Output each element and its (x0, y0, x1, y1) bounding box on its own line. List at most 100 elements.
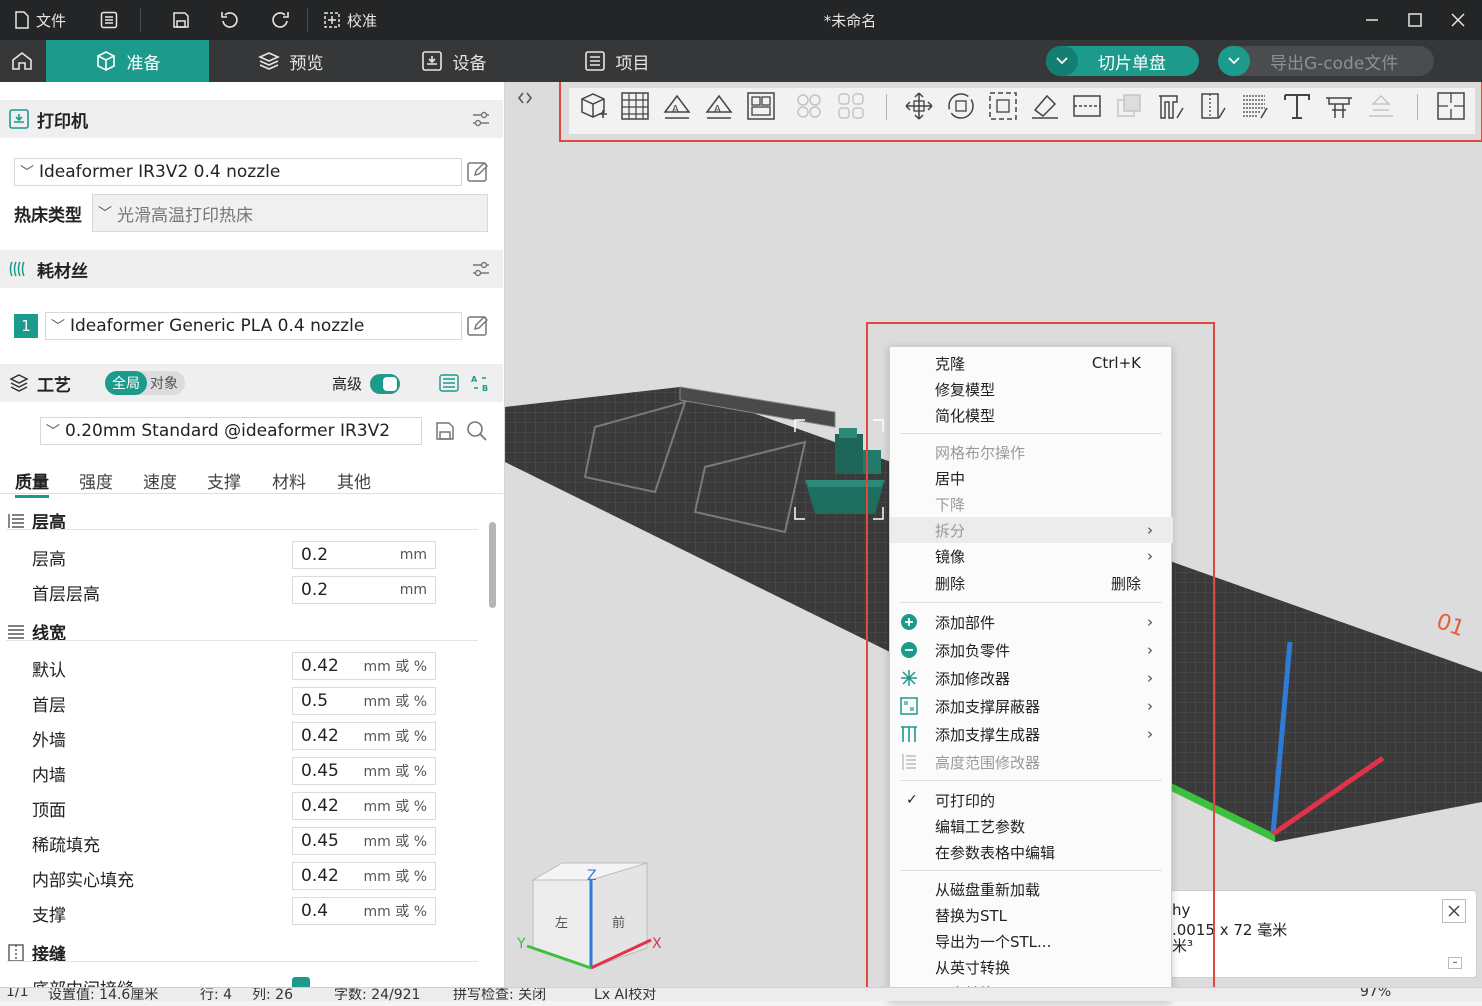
printer-preset-select[interactable]: ﹀ Ideaformer IR3V2 0.4 nozzle (14, 158, 462, 186)
move-icon[interactable] (903, 90, 935, 122)
tab-strength[interactable]: 强度 (79, 468, 113, 493)
first-layer-width-input[interactable]: 0.5 mm 或 % (292, 687, 436, 715)
menu-mesh-boolean[interactable]: 网格布尔操作 (890, 439, 1173, 465)
view-cube-front-face[interactable]: 前 (612, 912, 625, 931)
outer-wall-width-input[interactable]: 0.42 mm 或 % (292, 722, 436, 750)
calibrate-button[interactable]: 校准 (323, 0, 377, 40)
view-cube-left-face[interactable]: 左 (555, 912, 568, 931)
seam-checkbox[interactable] (292, 977, 310, 987)
close-info-button[interactable] (1442, 899, 1466, 923)
settings-sliders-icon[interactable] (471, 259, 491, 279)
cut-icon[interactable] (1071, 90, 1103, 122)
tab-others[interactable]: 其他 (337, 468, 371, 493)
inner-wall-width-input[interactable]: 0.45 mm 或 % (292, 757, 436, 785)
layer-height-input[interactable]: 0.2 mm (292, 541, 436, 569)
tab-speed[interactable]: 速度 (143, 468, 177, 493)
filament-slot-badge[interactable]: 1 (14, 314, 38, 338)
menu-fix-model[interactable]: 修复模型 (890, 376, 1173, 402)
menu-printable[interactable]: ✓ 可打印的 (890, 787, 1173, 813)
redo-button[interactable] (270, 0, 290, 40)
slice-dropdown[interactable] (1046, 46, 1078, 76)
menu-export-as-stl[interactable]: 导出为一个STL... (890, 928, 1173, 954)
file-menu-button[interactable]: 文件 (14, 0, 66, 40)
export-gcode-button[interactable]: 导出G-code文件 (1218, 46, 1434, 76)
measure-icon[interactable] (1323, 90, 1355, 122)
text-tool-icon[interactable] (1281, 90, 1313, 122)
compare-icon[interactable]: AB (470, 373, 492, 393)
tab-prepare[interactable]: 准备 (46, 40, 209, 82)
search-icon[interactable] (466, 420, 488, 442)
settings-sliders-icon[interactable] (471, 109, 491, 129)
auto-arrange-icon[interactable]: A (703, 90, 735, 122)
menu-add-negative-part[interactable]: 添加负零件 › (890, 637, 1173, 663)
arrange-icon[interactable] (745, 90, 777, 122)
menu-height-range-modifier[interactable]: 高度范围修改器 (890, 749, 1173, 775)
tab-support[interactable]: 支撑 (207, 468, 241, 493)
collapse-info-button[interactable]: – (1448, 957, 1462, 969)
default-width-input[interactable]: 0.42 mm 或 % (292, 652, 436, 680)
auto-orient-icon[interactable]: A (661, 90, 693, 122)
first-layer-height-input[interactable]: 0.2 mm (292, 576, 436, 604)
top-surface-width-input[interactable]: 0.42 mm 或 % (292, 792, 436, 820)
menu-simplify-model[interactable]: 简化模型 (890, 402, 1173, 428)
tab-material[interactable]: 材料 (272, 468, 306, 493)
tab-project[interactable]: 项目 (535, 40, 698, 82)
status-ai[interactable]: Lx AI校对 (594, 988, 656, 1001)
menu-delete[interactable]: 删除 删除 (890, 570, 1173, 596)
process-preset-select[interactable]: ﹀ 0.20mm Standard @ideaformer IR3V2 (40, 417, 422, 445)
view-cube[interactable]: Z 左 前 X Y (507, 858, 677, 978)
sparse-infill-width-input[interactable]: 0.45 mm 或 % (292, 827, 436, 855)
rotate-icon[interactable] (945, 90, 977, 122)
menu-edit-process-settings[interactable]: 编辑工艺参数 (890, 813, 1173, 839)
close-window-button[interactable] (1450, 0, 1466, 40)
menu-button[interactable] (100, 0, 118, 40)
bed-type-select[interactable]: ﹀ 光滑高温打印热床 (92, 194, 488, 232)
support-width-input[interactable]: 0.4 mm 或 % (292, 897, 436, 925)
menu-add-support-enforcer[interactable]: 添加支撑生成器 › (890, 721, 1173, 747)
save-button[interactable] (172, 0, 190, 40)
settings-scrollbar[interactable] (489, 522, 496, 608)
toggle-object[interactable]: 对象 (150, 373, 178, 393)
menu-add-part[interactable]: 添加部件 › (890, 609, 1173, 635)
add-plate-icon[interactable] (619, 90, 651, 122)
slice-plate-button[interactable]: 切片单盘 (1046, 46, 1199, 76)
lay-on-face-icon[interactable] (1029, 90, 1061, 122)
view-plate-icon[interactable] (1435, 90, 1467, 122)
menu-clone[interactable]: 克隆 Ctrl+K (890, 350, 1173, 376)
export-dropdown[interactable] (1218, 46, 1250, 76)
menu-split[interactable]: 拆分 › (890, 517, 1173, 543)
global-object-toggle[interactable]: 全局 对象 (105, 371, 185, 395)
menu-center[interactable]: 居中 (890, 465, 1173, 491)
menu-edit-in-table[interactable]: 在参数表格中编辑 (890, 839, 1173, 865)
save-preset-icon[interactable] (434, 420, 456, 442)
add-model-icon[interactable] (577, 90, 609, 122)
undo-button[interactable] (220, 0, 240, 40)
tab-preview[interactable]: 预览 (209, 40, 372, 82)
menu-mirror[interactable]: 镜像 › (890, 543, 1173, 569)
scale-icon[interactable] (987, 90, 1019, 122)
advanced-switch[interactable] (370, 374, 400, 394)
menu-add-support-blocker[interactable]: 添加支撑屏蔽器 › (890, 693, 1173, 719)
menu-reload-from-disk[interactable]: 从磁盘重新加载 (890, 876, 1173, 902)
edit-filament-icon[interactable] (466, 314, 490, 338)
collapse-sidebar-button[interactable] (513, 86, 537, 110)
menu-drop[interactable]: 下降 (890, 491, 1173, 517)
filament-preset-select[interactable]: ﹀ Ideaformer Generic PLA 0.4 nozzle (45, 312, 462, 340)
menu-convert-from-inch[interactable]: 从英寸转换 (890, 954, 1173, 980)
tab-device[interactable]: 设备 (372, 40, 535, 82)
tab-quality[interactable]: 质量 (15, 468, 49, 498)
home-button[interactable] (0, 40, 44, 82)
seam-paint-icon[interactable] (1197, 90, 1229, 122)
minimize-button[interactable] (1364, 0, 1380, 40)
status-spellcheck[interactable]: 拼写检查: 关闭 (453, 988, 546, 1001)
list-view-icon[interactable] (438, 373, 460, 393)
support-paint-icon[interactable] (1155, 90, 1187, 122)
toggle-global[interactable]: 全局 (105, 371, 147, 395)
edit-printer-icon[interactable] (466, 160, 490, 184)
menu-replace-with-stl[interactable]: 替换为STL (890, 902, 1173, 928)
menu-add-modifier[interactable]: 添加修改器 › (890, 665, 1173, 691)
maximize-button[interactable] (1407, 0, 1423, 40)
status-zoom[interactable]: 97% (1360, 988, 1391, 1000)
fuzzy-skin-icon[interactable] (1239, 90, 1271, 122)
internal-solid-infill-width-input[interactable]: 0.42 mm 或 % (292, 862, 436, 890)
